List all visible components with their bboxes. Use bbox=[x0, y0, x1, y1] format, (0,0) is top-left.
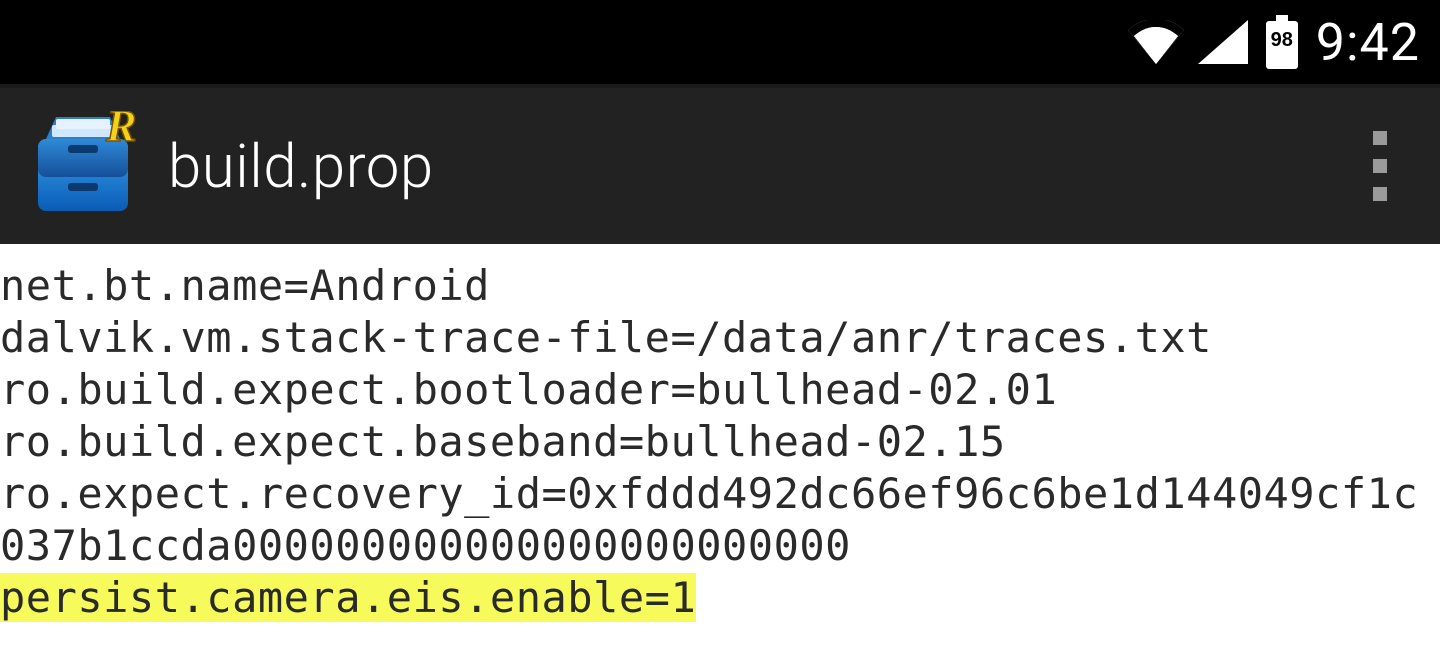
battery-level-text: 98 bbox=[1271, 29, 1293, 52]
status-bar: 98 9:42 bbox=[0, 0, 1440, 88]
file-line: ro.expect.recovery_id=0xfddd492dc66ef96c… bbox=[0, 468, 1440, 572]
file-line: ro.build.expect.bootloader=bullhead-02.0… bbox=[0, 364, 1440, 416]
status-clock: 9:42 bbox=[1316, 12, 1420, 73]
cellular-signal-icon bbox=[1198, 20, 1248, 64]
svg-text:R: R bbox=[105, 111, 137, 151]
text-editor-content[interactable]: net.bt.name=Androiddalvik.vm.stack-trace… bbox=[0, 244, 1440, 624]
app-icon: R bbox=[28, 111, 138, 221]
overflow-menu-button[interactable] bbox=[1350, 116, 1410, 216]
overflow-dot-icon bbox=[1373, 131, 1387, 145]
file-line: ro.build.expect.baseband=bullhead-02.15 bbox=[0, 416, 1440, 468]
overflow-dot-icon bbox=[1373, 187, 1387, 201]
file-line-highlighted: persist.camera.eis.enable=1 bbox=[0, 573, 696, 622]
overflow-dot-icon bbox=[1373, 159, 1387, 173]
app-title: build.prop bbox=[168, 131, 1320, 202]
battery-icon: 98 bbox=[1262, 15, 1302, 69]
file-line: dalvik.vm.stack-trace-file=/data/anr/tra… bbox=[0, 312, 1440, 364]
file-line: net.bt.name=Android bbox=[0, 260, 1440, 312]
app-bar: R build.prop bbox=[0, 88, 1440, 244]
wifi-icon bbox=[1128, 20, 1184, 64]
